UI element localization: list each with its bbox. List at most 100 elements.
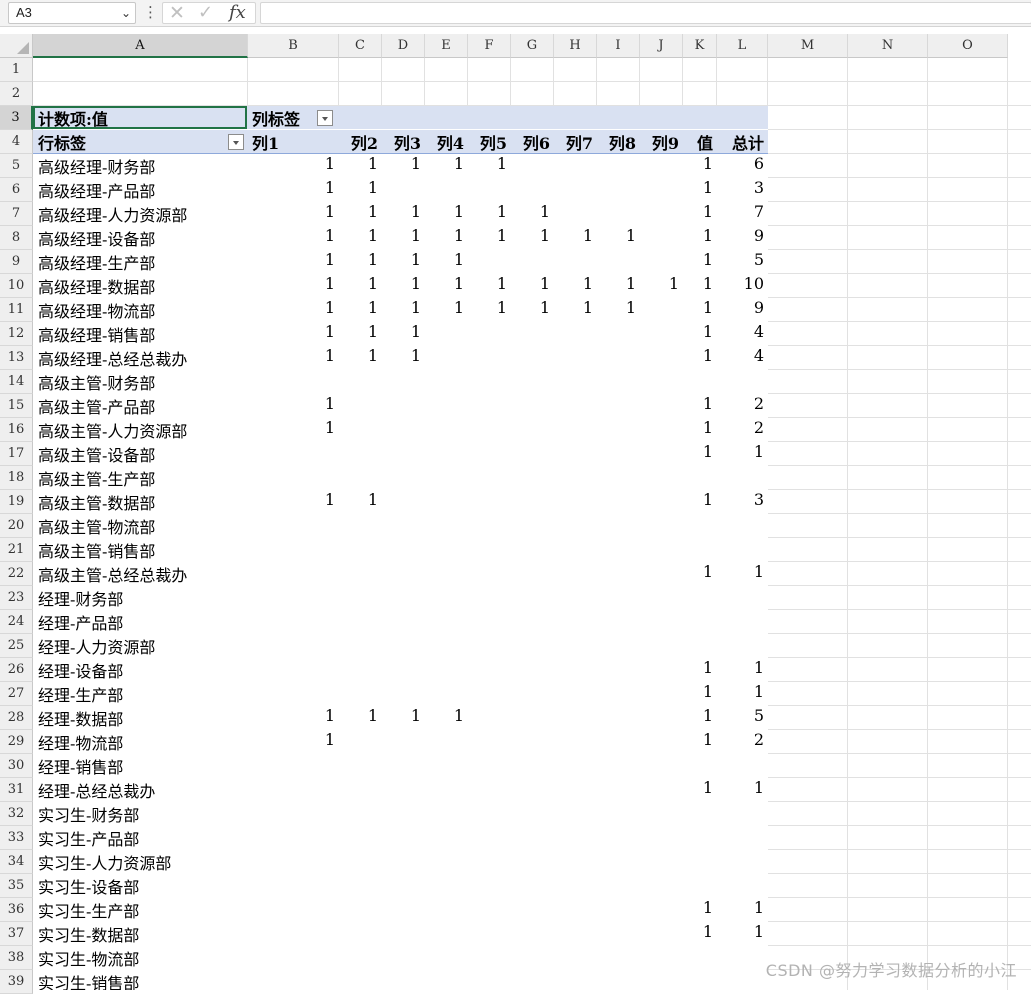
row-label[interactable]: 高级主管-设备部 [38, 442, 155, 466]
column-header-b[interactable]: B [248, 34, 339, 58]
pivot-value-cell[interactable]: 1 [597, 226, 636, 250]
row-header-37[interactable]: 37 [0, 922, 33, 946]
pivot-value-cell[interactable]: 1 [339, 178, 378, 202]
pivot-value-cell[interactable]: 1 [339, 490, 378, 514]
pivot-value-cell[interactable]: 1 [468, 274, 507, 298]
pivot-col-header[interactable]: 列3 [382, 130, 421, 154]
row-label[interactable]: 高级主管-财务部 [38, 370, 155, 394]
row-label[interactable]: 实习生-销售部 [38, 970, 139, 990]
pivot-col-header[interactable]: 总计 [717, 130, 764, 154]
row-label[interactable]: 高级经理-数据部 [38, 274, 155, 298]
pivot-value-cell[interactable]: 1 [683, 898, 713, 922]
pivot-value-cell[interactable]: 1 [248, 178, 335, 202]
column-header-e[interactable]: E [425, 34, 468, 58]
formula-input[interactable] [260, 2, 1031, 24]
pivot-value-cell[interactable]: 3 [717, 490, 764, 514]
row-header-16[interactable]: 16 [0, 418, 33, 442]
pivot-value-cell[interactable]: 1 [248, 706, 335, 730]
pivot-value-cell[interactable]: 1 [248, 730, 335, 754]
pivot-value-cell[interactable]: 1 [683, 178, 713, 202]
pivot-value-cell[interactable]: 1 [683, 226, 713, 250]
pivot-value-cell[interactable]: 1 [248, 298, 335, 322]
pivot-value-cell[interactable]: 1 [339, 226, 378, 250]
cancel-icon[interactable]: ✕ [169, 2, 185, 24]
more-options-icon[interactable]: ⋮ [143, 2, 158, 22]
row-header-3[interactable]: 3 [0, 106, 33, 130]
col-filter-dropdown[interactable] [317, 110, 333, 126]
column-header-a[interactable]: A [33, 34, 248, 58]
row-header-33[interactable]: 33 [0, 826, 33, 850]
pivot-value-cell[interactable]: 1 [248, 226, 335, 250]
row-header-12[interactable]: 12 [0, 322, 33, 346]
pivot-value-cell[interactable]: 1 [597, 298, 636, 322]
row-label[interactable]: 实习生-设备部 [38, 874, 139, 898]
column-header-i[interactable]: I [597, 34, 640, 58]
row-label[interactable]: 高级经理-设备部 [38, 226, 155, 250]
pivot-value-cell[interactable]: 1 [717, 778, 764, 802]
row-header-20[interactable]: 20 [0, 514, 33, 538]
row-filter-label[interactable]: 行标签 [38, 130, 86, 154]
row-label[interactable]: 高级经理-销售部 [38, 322, 155, 346]
column-header-g[interactable]: G [511, 34, 554, 58]
pivot-value-cell[interactable]: 1 [248, 394, 335, 418]
pivot-value-cell[interactable]: 1 [683, 154, 713, 178]
row-header-22[interactable]: 22 [0, 562, 33, 586]
pivot-value-cell[interactable]: 1 [683, 490, 713, 514]
column-header-n[interactable]: N [848, 34, 928, 58]
row-label[interactable]: 高级主管-数据部 [38, 490, 155, 514]
pivot-value-cell[interactable]: 1 [382, 226, 421, 250]
row-label[interactable]: 高级主管-销售部 [38, 538, 155, 562]
row-label[interactable]: 实习生-产品部 [38, 826, 139, 850]
row-label[interactable]: 经理-财务部 [38, 586, 123, 610]
pivot-value-cell[interactable]: 1 [382, 202, 421, 226]
pivot-value-cell[interactable]: 1 [425, 274, 464, 298]
row-label[interactable]: 高级主管-生产部 [38, 466, 155, 490]
pivot-value-cell[interactable]: 1 [554, 274, 593, 298]
pivot-value-cell[interactable]: 1 [382, 154, 421, 178]
pivot-value-cell[interactable]: 1 [683, 658, 713, 682]
pivot-value-cell[interactable]: 1 [717, 442, 764, 466]
pivot-value-cell[interactable]: 1 [683, 250, 713, 274]
row-header-5[interactable]: 5 [0, 154, 33, 178]
pivot-value-cell[interactable]: 6 [717, 154, 764, 178]
row-header-38[interactable]: 38 [0, 946, 33, 970]
pivot-value-cell[interactable]: 1 [468, 298, 507, 322]
pivot-value-cell[interactable]: 1 [683, 562, 713, 586]
row-header-27[interactable]: 27 [0, 682, 33, 706]
row-label[interactable]: 实习生-生产部 [38, 898, 139, 922]
row-label[interactable]: 高级经理-总经总裁办 [38, 346, 187, 370]
pivot-value-cell[interactable]: 1 [683, 346, 713, 370]
row-header-13[interactable]: 13 [0, 346, 33, 370]
row-header-4[interactable]: 4 [0, 130, 33, 154]
pivot-col-header[interactable]: 列6 [511, 130, 550, 154]
row-label[interactable]: 高级经理-人力资源部 [38, 202, 187, 226]
pivot-value-cell[interactable]: 4 [717, 346, 764, 370]
select-all-button[interactable] [0, 34, 33, 58]
row-header-23[interactable]: 23 [0, 586, 33, 610]
pivot-value-cell[interactable]: 1 [339, 298, 378, 322]
pivot-value-cell[interactable]: 1 [683, 202, 713, 226]
pivot-value-cell[interactable]: 1 [468, 154, 507, 178]
pivot-value-cell[interactable]: 1 [683, 706, 713, 730]
pivot-value-cell[interactable]: 1 [382, 346, 421, 370]
pivot-value-cell[interactable]: 1 [683, 274, 713, 298]
pivot-value-cell[interactable]: 1 [425, 154, 464, 178]
pivot-value-cell[interactable]: 7 [717, 202, 764, 226]
pivot-value-cell[interactable]: 1 [683, 298, 713, 322]
col-filter-label[interactable]: 列标签 [252, 106, 300, 130]
pivot-value-cell[interactable]: 1 [511, 226, 550, 250]
pivot-value-cell[interactable]: 1 [248, 322, 335, 346]
pivot-value-cell[interactable]: 1 [468, 202, 507, 226]
row-header-19[interactable]: 19 [0, 490, 33, 514]
row-label[interactable]: 经理-数据部 [38, 706, 123, 730]
pivot-value-cell[interactable]: 1 [683, 418, 713, 442]
pivot-value-cell[interactable]: 3 [717, 178, 764, 202]
row-label[interactable]: 实习生-物流部 [38, 946, 139, 970]
column-header-m[interactable]: M [768, 34, 848, 58]
pivot-value-cell[interactable]: 1 [683, 730, 713, 754]
column-header-j[interactable]: J [640, 34, 683, 58]
row-label[interactable]: 高级主管-人力资源部 [38, 418, 187, 442]
row-label[interactable]: 经理-总经总裁办 [38, 778, 155, 802]
pivot-value-cell[interactable]: 1 [468, 226, 507, 250]
column-header-d[interactable]: D [382, 34, 425, 58]
